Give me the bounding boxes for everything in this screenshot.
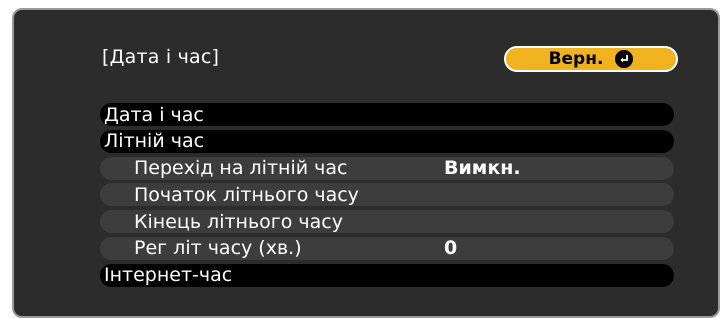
menu-item-label: Інтернет-час — [104, 264, 233, 287]
menu-item-value: 0 — [444, 237, 458, 260]
menu-item-daylight-saving[interactable]: Літній час — [100, 129, 674, 153]
menu-item-dst-toggle[interactable]: Перехід на літній час Вимкн. — [100, 156, 674, 180]
menu-item-label: Дата і час — [104, 103, 204, 126]
back-button[interactable]: Верн. — [504, 46, 678, 72]
menu-item-label: Кінець літнього часу — [134, 210, 343, 233]
menu-item-dst-adjust[interactable]: Рег літ часу (хв.) 0 — [100, 236, 674, 260]
menu-item-date-time[interactable]: Дата і час — [100, 103, 674, 126]
enter-icon — [615, 50, 634, 68]
menu-item-dst-end[interactable]: Кінець літнього часу — [100, 210, 674, 234]
menu-item-label: Початок літнього часу — [134, 183, 359, 206]
menu-item-label: Перехід на літній час — [134, 157, 348, 180]
back-button-label: Верн. — [548, 49, 604, 69]
page-title: [Дата і час] — [102, 46, 220, 68]
menu-list: Дата і час Літній час Перехід на літній … — [100, 103, 674, 291]
menu-item-label: Літній час — [104, 130, 205, 153]
settings-panel: [Дата і час] Верн. Дата і час Літній час… — [12, 8, 720, 318]
menu-item-dst-start[interactable]: Початок літнього часу — [100, 183, 674, 207]
menu-item-value: Вимкн. — [444, 157, 521, 180]
menu-item-internet-time[interactable]: Інтернет-час — [100, 263, 674, 287]
menu-item-label: Рег літ часу (хв.) — [134, 237, 302, 260]
